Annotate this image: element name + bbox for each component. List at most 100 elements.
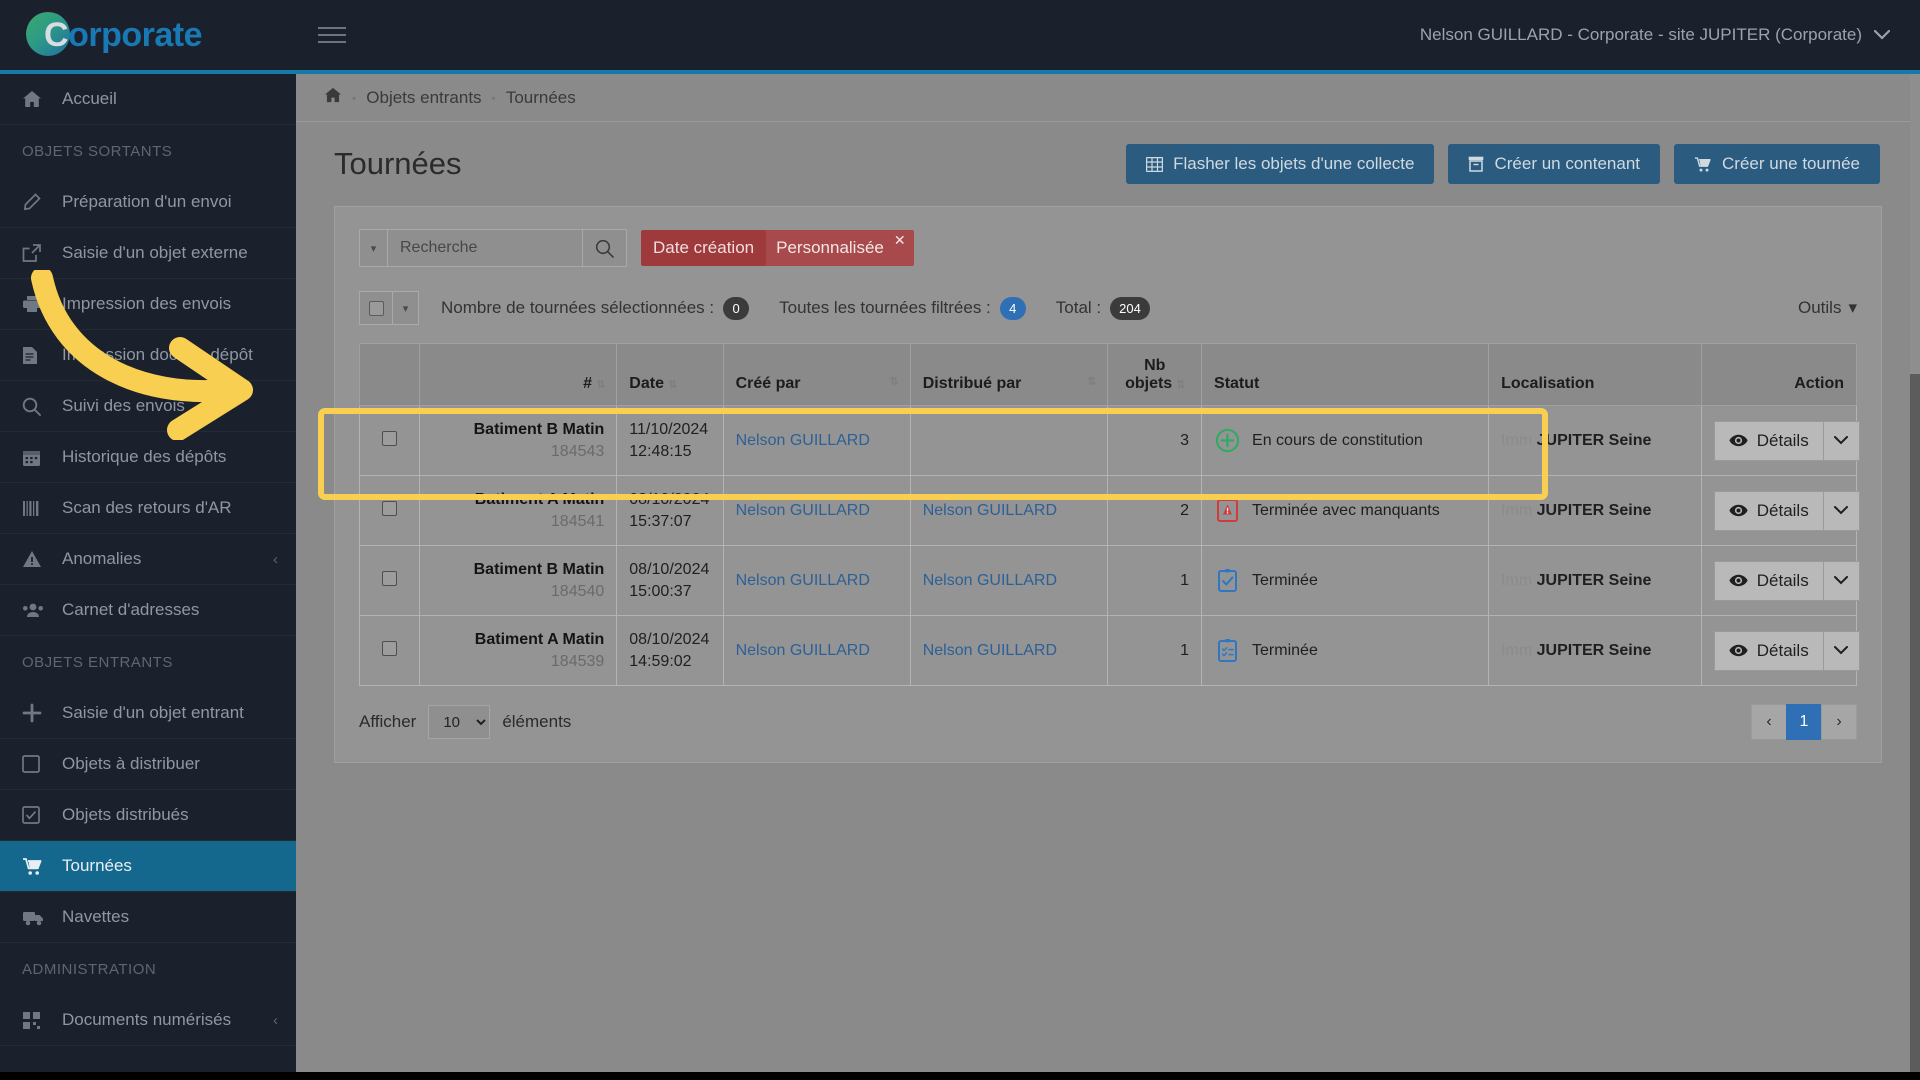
details-button[interactable]: Détails <box>1713 490 1824 531</box>
page-size-select[interactable]: 10 <box>428 705 491 739</box>
cell-creator: Nelson GUILLARD <box>722 545 911 616</box>
chevron-down-icon <box>1874 30 1890 40</box>
details-button[interactable]: Détails <box>1713 630 1824 671</box>
creator-link[interactable]: Nelson GUILLARD <box>736 572 870 589</box>
printer-icon <box>22 295 52 313</box>
distributor-link[interactable]: Nelson GUILLARD <box>923 572 1057 589</box>
sidebar-item-accueil[interactable]: Accueil <box>0 74 296 125</box>
sidebar-item-navettes[interactable]: Navettes <box>0 892 296 943</box>
grid-icon <box>22 1011 52 1030</box>
sidebar-item-scan-retours-ar[interactable]: Scan des retours d'AR <box>0 483 296 534</box>
flasher-objets-collecte-button[interactable]: Flasher les objets d'une collecte <box>1126 144 1435 184</box>
checkbox-checked-icon <box>22 806 52 824</box>
time-value: 14:59:02 <box>629 652 692 670</box>
col-header-nb-objets[interactable]: Nb objets ⇅ <box>1107 343 1203 406</box>
home-icon[interactable] <box>324 87 342 108</box>
search-scope-dropdown[interactable]: ▾ <box>359 229 387 267</box>
tournees-panel: ▾ Date création Personnalisée ✕ ▾ <box>334 206 1882 763</box>
row-checkbox[interactable] <box>359 545 420 616</box>
breadcrumb-item-objets-entrants[interactable]: Objets entrants <box>366 88 481 108</box>
pagination-next[interactable]: › <box>1821 704 1857 740</box>
creator-link[interactable]: Nelson GUILLARD <box>736 502 870 519</box>
sidebar-item-documents-numerises[interactable]: Documents numérisés ‹ <box>0 995 296 1046</box>
breadcrumb-separator: ▪ <box>352 90 357 105</box>
cart-icon <box>22 857 52 876</box>
details-button[interactable]: Détails <box>1713 560 1824 601</box>
page-scrollbar-thumb[interactable] <box>1910 74 1920 374</box>
row-checkbox[interactable] <box>359 405 420 476</box>
col-header-statut: Statut <box>1201 343 1490 406</box>
sidebar-item-label: Saisie d'un objet externe <box>62 243 248 262</box>
select-all-group: ▾ <box>359 291 419 325</box>
loc-prefix: Imm <box>1501 501 1533 519</box>
details-dropdown-toggle[interactable] <box>1823 490 1860 531</box>
creator-link[interactable]: Nelson GUILLARD <box>736 642 870 659</box>
creator-link[interactable]: Nelson GUILLARD <box>736 432 870 449</box>
sidebar-item-saisie-objet-externe[interactable]: Saisie d'un objet externe <box>0 228 296 279</box>
col-header-creator[interactable]: Créé par ⇅ <box>722 343 911 406</box>
cell-creator: Nelson GUILLARD <box>722 615 911 686</box>
sidebar-item-impression-doc-depot[interactable]: Impression doc. de dépôt <box>0 330 296 381</box>
search-submit-button[interactable] <box>583 229 627 267</box>
cell-action: Détails <box>1700 475 1860 546</box>
chip-label: Date création <box>641 230 767 266</box>
details-button[interactable]: Détails <box>1713 420 1824 461</box>
creer-contenant-button[interactable]: Créer un contenant <box>1448 144 1661 184</box>
details-dropdown-toggle[interactable] <box>1823 420 1860 461</box>
filter-chip-date-creation[interactable]: Date création Personnalisée ✕ <box>641 230 914 266</box>
details-dropdown-toggle[interactable] <box>1823 560 1860 601</box>
creer-tournee-button[interactable]: Créer une tournée <box>1674 144 1880 184</box>
select-all-checkbox[interactable] <box>359 291 393 325</box>
sidebar-item-tournees[interactable]: Tournées <box>0 841 296 892</box>
table-row[interactable]: Batiment A Matin 184541 08/10/2024 15:37… <box>359 475 1860 546</box>
total-count: Total : 204 <box>1056 296 1150 320</box>
distributor-link[interactable]: Nelson GUILLARD <box>923 502 1057 519</box>
row-checkbox[interactable] <box>359 475 420 546</box>
time-value: 15:00:37 <box>629 582 692 600</box>
brand-logo[interactable]: Corporate <box>0 0 296 70</box>
sidebar-item-impression-envois[interactable]: Impression des envois <box>0 279 296 330</box>
table-head: # ⇅ Date ⇅ Créé par ⇅ Distribué par ⇅ Nb obj… <box>359 343 1858 406</box>
sidebar-item-objets-distribues[interactable]: Objets distribués <box>0 790 296 841</box>
sidebar-item-historique-depots[interactable]: Historique des dépôts <box>0 432 296 483</box>
cell-nb-objets: 1 <box>1107 545 1203 616</box>
sidebar-item-suivi-envois[interactable]: Suivi des envois <box>0 381 296 432</box>
breadcrumb-item-tournees[interactable]: Tournées <box>506 88 576 108</box>
pagination: ‹ 1 › <box>1751 704 1857 740</box>
search-input[interactable] <box>387 229 583 267</box>
sidebar-item-carnet-adresses[interactable]: Carnet d'adresses <box>0 585 296 636</box>
table-row[interactable]: Batiment B Matin 184540 08/10/2024 15:00… <box>359 545 1860 616</box>
time-value: 15:37:07 <box>629 512 692 530</box>
sidebar-item-preparation-envoi[interactable]: Préparation d'un envoi <box>0 177 296 228</box>
filter-bar: ▾ Date création Personnalisée ✕ <box>335 207 1881 283</box>
col-header-distributor[interactable]: Distribué par ⇅ <box>909 343 1109 406</box>
close-icon[interactable]: ✕ <box>889 230 914 266</box>
accent-divider <box>0 70 1920 74</box>
sidebar-item-anomalies[interactable]: Anomalies ‹ <box>0 534 296 585</box>
loc-name: JUPITER Seine <box>1536 501 1652 519</box>
table-row[interactable]: Batiment A Matin 184539 08/10/2024 14:59… <box>359 615 1860 686</box>
row-checkbox[interactable] <box>359 615 420 686</box>
select-all-dropdown[interactable]: ▾ <box>393 291 419 325</box>
selected-count-badge: 0 <box>723 296 750 320</box>
col-header-checkbox <box>359 343 420 406</box>
col-label: Localisation <box>1501 375 1595 392</box>
pagination-prev[interactable]: ‹ <box>1751 704 1787 740</box>
distributor-link[interactable]: Nelson GUILLARD <box>923 642 1057 659</box>
pagination-page-1[interactable]: 1 <box>1786 704 1822 740</box>
col-header-num[interactable]: # ⇅ <box>418 343 618 406</box>
date-value: 08/10/2024 <box>629 630 710 648</box>
cell-action: Détails <box>1700 405 1860 476</box>
eye-icon <box>1729 574 1748 587</box>
cell-date: 08/10/2024 14:59:02 <box>616 615 724 686</box>
details-dropdown-toggle[interactable] <box>1823 630 1860 671</box>
user-menu[interactable]: Nelson GUILLARD - Corporate - site JUPIT… <box>1420 25 1920 45</box>
sort-icon: ⇅ <box>667 379 677 391</box>
cell-nb-objets: 1 <box>1107 615 1203 686</box>
col-header-date[interactable]: Date ⇅ <box>616 343 724 406</box>
hamburger-icon[interactable] <box>318 22 348 48</box>
sidebar-item-saisie-objet-entrant[interactable]: Saisie d'un objet entrant <box>0 688 296 739</box>
outils-dropdown-button[interactable]: Outils ▾ <box>1798 298 1857 318</box>
table-row[interactable]: Batiment B Matin 184543 11/10/2024 12:48… <box>359 405 1860 476</box>
sidebar-item-objets-a-distribuer[interactable]: Objets à distribuer <box>0 739 296 790</box>
